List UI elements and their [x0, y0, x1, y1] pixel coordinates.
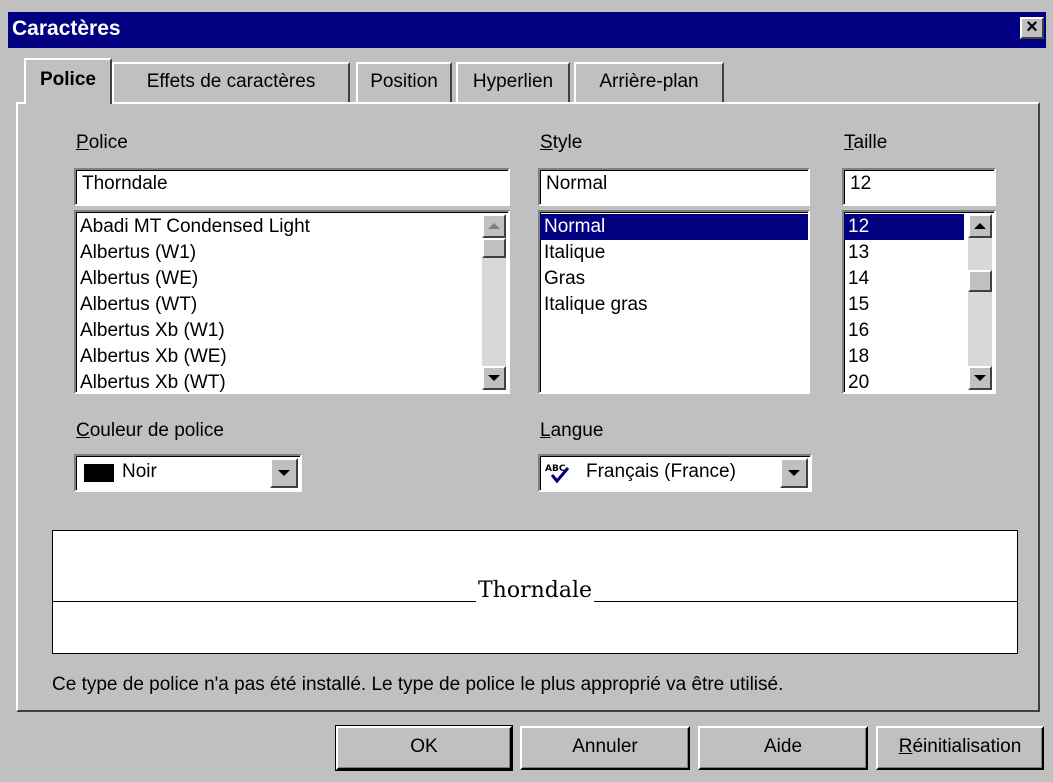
style-input[interactable]: Normal: [538, 168, 810, 206]
scroll-down-button[interactable]: [968, 366, 992, 390]
character-dialog: Caractères × Police Effets de caractères…: [0, 0, 1053, 782]
missing-font-notice: Ce type de police n'a pas été installé. …: [52, 674, 784, 695]
list-item[interactable]: Albertus Xb (W1): [76, 318, 508, 344]
preview-text: Thorndale: [475, 578, 595, 603]
scroll-up-button[interactable]: [482, 214, 506, 238]
list-item[interactable]: 12: [844, 214, 964, 240]
list-item[interactable]: Albertus (WE): [76, 266, 508, 292]
list-item[interactable]: 15: [844, 292, 964, 318]
tab-position[interactable]: Position: [356, 62, 452, 102]
scroll-down-button[interactable]: [482, 366, 506, 390]
size-label: Taille: [844, 132, 888, 153]
color-swatch: [84, 464, 114, 482]
close-icon: ×: [1026, 16, 1038, 38]
size-input[interactable]: 12: [842, 168, 996, 206]
spellcheck-icon: ABC: [545, 464, 570, 484]
list-item[interactable]: 20: [844, 370, 964, 392]
font-list[interactable]: Abadi MT Condensed Light Albertus (W1) Alb…: [74, 210, 510, 394]
help-button[interactable]: Aide: [698, 726, 868, 770]
list-item[interactable]: Italique: [540, 240, 808, 266]
scroll-thumb[interactable]: [968, 270, 992, 292]
style-list[interactable]: Normal Italique Gras Italique gras: [538, 210, 810, 394]
arrow-up-icon: [488, 223, 500, 229]
reset-button[interactable]: Réinitialisation: [876, 726, 1044, 770]
font-list-scrollbar[interactable]: [482, 214, 506, 390]
window-title: Caractères: [12, 17, 121, 40]
arrow-down-icon: [974, 375, 986, 381]
font-color-select[interactable]: Noir: [74, 454, 302, 492]
tab-hyperlien[interactable]: Hyperlien: [456, 62, 570, 102]
list-item[interactable]: Gras: [540, 266, 808, 292]
cancel-button[interactable]: Annuler: [520, 726, 690, 770]
list-item[interactable]: Albertus (WT): [76, 292, 508, 318]
font-color-dropdown-button[interactable]: [270, 458, 298, 488]
list-item[interactable]: Normal: [540, 214, 808, 240]
tab-effets-de-caracteres[interactable]: Effets de caractères: [112, 62, 350, 102]
language-dropdown-button[interactable]: [780, 458, 808, 488]
font-name-input[interactable]: Thorndale: [74, 168, 510, 206]
list-item[interactable]: Albertus (W1): [76, 240, 508, 266]
size-list[interactable]: 12 13 14 15 16 18 20: [842, 210, 996, 394]
list-item[interactable]: Albertus Xb (WE): [76, 344, 508, 370]
tab-arriere-plan[interactable]: Arrière-plan: [574, 62, 724, 102]
arrow-down-icon: [488, 375, 500, 381]
list-item[interactable]: 13: [844, 240, 964, 266]
list-item[interactable]: 16: [844, 318, 964, 344]
list-item[interactable]: Italique gras: [540, 292, 808, 318]
scroll-up-button[interactable]: [968, 214, 992, 238]
language-label: Langue: [540, 420, 604, 441]
arrow-up-icon: [974, 223, 986, 229]
style-label: Style: [540, 132, 583, 153]
scroll-thumb[interactable]: [482, 238, 506, 258]
chevron-down-icon: [278, 470, 290, 476]
list-item[interactable]: Albertus Xb (WT): [76, 370, 508, 392]
language-select[interactable]: ABC Français (France): [538, 454, 812, 492]
font-preview: Thorndale: [52, 530, 1018, 654]
list-item[interactable]: 14: [844, 266, 964, 292]
ok-button[interactable]: OK: [335, 725, 513, 771]
tab-police[interactable]: Police: [24, 58, 112, 104]
close-button[interactable]: ×: [1020, 17, 1044, 39]
font-color-label: Couleur de police: [76, 420, 224, 441]
chevron-down-icon: [788, 470, 800, 476]
list-item[interactable]: Abadi MT Condensed Light: [76, 214, 508, 240]
font-label: Police: [76, 132, 128, 153]
title-bar[interactable]: Caractères ×: [8, 12, 1046, 48]
size-list-scrollbar[interactable]: [968, 214, 992, 390]
list-item[interactable]: 18: [844, 344, 964, 370]
